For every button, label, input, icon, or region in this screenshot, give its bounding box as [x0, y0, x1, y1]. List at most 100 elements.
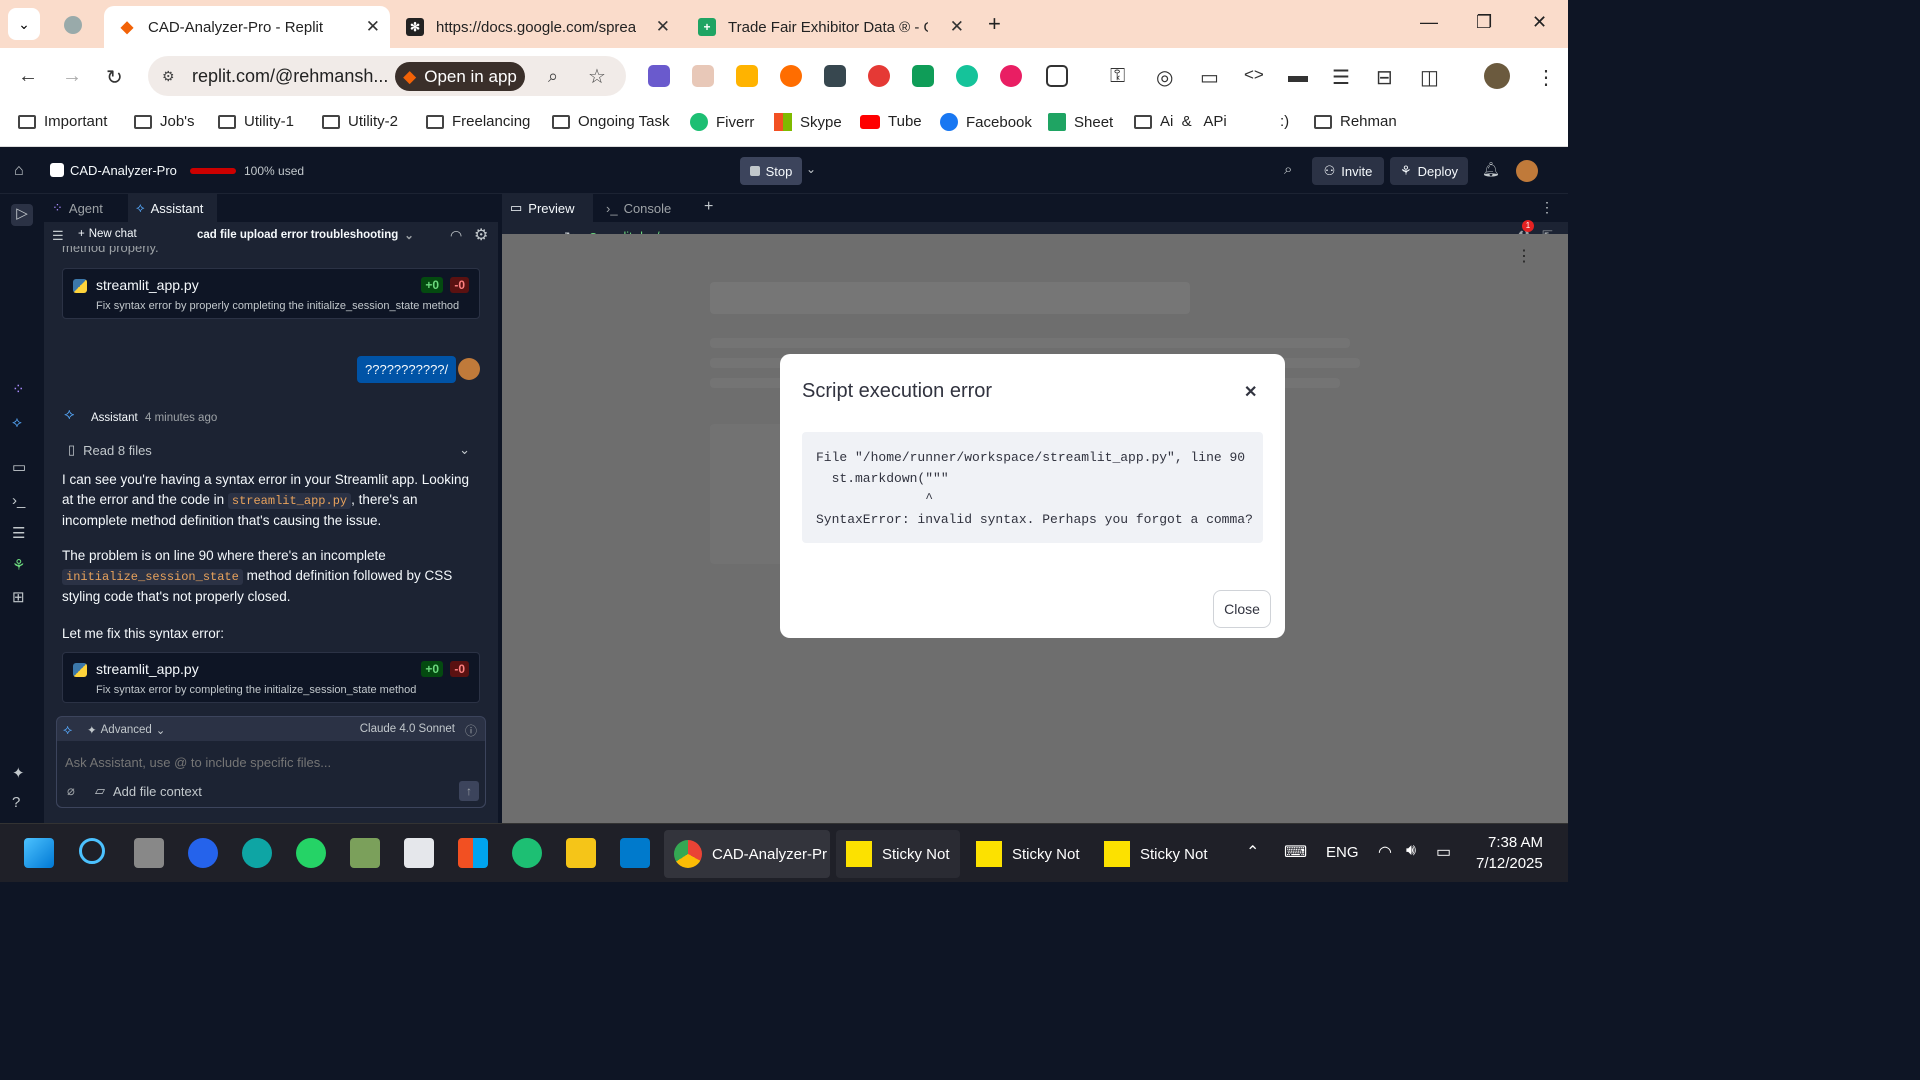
- bookmark-tube[interactable]: Tube: [860, 113, 922, 130]
- tab-google-docs[interactable]: ✻ https://docs.google.com/spreac ✕: [392, 6, 680, 48]
- menu-kebab-icon[interactable]: ⋮: [1540, 199, 1554, 216]
- card-icon[interactable]: ▬: [1288, 65, 1308, 88]
- battery-icon[interactable]: ▭: [1436, 842, 1451, 862]
- screenshot-icon[interactable]: ◎: [1156, 65, 1173, 90]
- close-icon[interactable]: ✕: [1244, 382, 1257, 402]
- home-icon[interactable]: ⌂: [14, 162, 24, 180]
- deployments-icon[interactable]: ⚘: [12, 556, 25, 574]
- zoom-icon[interactable]: ⌕: [548, 66, 558, 87]
- extension-icon[interactable]: [824, 65, 846, 87]
- minimize-icon[interactable]: —: [1420, 12, 1438, 33]
- close-tab-icon[interactable]: ✕: [950, 17, 964, 37]
- preview-overlay[interactable]: ⋮ Script execution error ✕ File "/home/r…: [502, 234, 1568, 823]
- chevron-up-icon[interactable]: ⌃: [1246, 842, 1259, 862]
- model-name[interactable]: Claude 4.0 Sonnet: [360, 723, 455, 735]
- menu-kebab-icon[interactable]: ⋮: [1536, 65, 1556, 90]
- bookmark-sheet[interactable]: Sheet: [1048, 113, 1113, 131]
- tab-sheets[interactable]: + Trade Fair Exhibitor Data ® - Gc ✕: [684, 6, 974, 48]
- tab-preview[interactable]: ▭ Preview: [502, 194, 593, 222]
- forward-icon[interactable]: →: [62, 65, 82, 88]
- add-file-context-button[interactable]: ▱ Add file context: [95, 783, 202, 799]
- tab-replit[interactable]: ◆ CAD-Analyzer-Pro - Replit ✕: [104, 6, 390, 48]
- chat-title-dropdown[interactable]: cad file upload error troubleshooting ⌄: [197, 228, 414, 242]
- store-icon[interactable]: [458, 838, 488, 868]
- clock-date[interactable]: 7/12/2025: [1476, 855, 1543, 872]
- fiverr-icon[interactable]: [512, 838, 542, 868]
- bookmark-jobs[interactable]: Job's: [134, 113, 195, 130]
- bookmark-rehman[interactable]: Rehman: [1314, 113, 1397, 130]
- reading-list-icon[interactable]: ☰: [1332, 65, 1350, 90]
- globe-icon[interactable]: [64, 16, 82, 34]
- file-explorer-icon[interactable]: [566, 838, 596, 868]
- send-icon[interactable]: ↑: [459, 781, 479, 801]
- app-icon[interactable]: [188, 838, 218, 868]
- bookmark-skype[interactable]: Skype: [774, 113, 842, 131]
- menu-kebab-icon[interactable]: ⋮: [1516, 246, 1532, 266]
- project-name[interactable]: CAD-Analyzer-Pro: [70, 163, 177, 178]
- attach-icon[interactable]: ⌀: [67, 783, 75, 799]
- extension-icon[interactable]: [736, 65, 758, 87]
- extension-icon[interactable]: [648, 65, 670, 87]
- bookmark-freelancing[interactable]: Freelancing: [426, 113, 530, 130]
- extension-icon[interactable]: [956, 65, 978, 87]
- extension-icon[interactable]: [868, 65, 890, 87]
- info-icon[interactable]: ⓘ: [465, 722, 477, 739]
- open-in-app-button[interactable]: ◆ Open in app: [395, 62, 525, 91]
- bookmark-ongoing-task[interactable]: Ongoing Task: [552, 113, 669, 130]
- close-button[interactable]: Close: [1213, 590, 1271, 628]
- keyboard-icon[interactable]: ⌨: [1284, 842, 1307, 862]
- search-icon[interactable]: [79, 838, 105, 864]
- app-icon[interactable]: [350, 838, 380, 868]
- taskbar-app-sticky[interactable]: Sticky Not: [836, 830, 960, 878]
- chat-history-icon[interactable]: ☰: [52, 228, 64, 244]
- extension-icon[interactable]: [692, 65, 714, 87]
- advanced-dropdown[interactable]: ✦ Advanced ⌄: [87, 723, 165, 737]
- gear-icon[interactable]: ⚙: [474, 225, 488, 245]
- whatsapp-icon[interactable]: [296, 838, 326, 868]
- vscode-icon[interactable]: [620, 838, 650, 868]
- chevron-down-icon[interactable]: ⌄: [806, 162, 816, 176]
- extensions-puzzle-icon[interactable]: [1046, 65, 1068, 87]
- chat-scroll-area[interactable]: method properly. streamlit_app.py +0 -0 …: [44, 246, 498, 716]
- taskbar-app-sticky[interactable]: Sticky Not: [1094, 830, 1218, 878]
- reader-mode-icon[interactable]: ⊟: [1376, 65, 1393, 90]
- add-tab-icon[interactable]: +: [704, 198, 713, 216]
- back-icon[interactable]: ←: [18, 65, 38, 88]
- all-tools-icon[interactable]: ⊞: [12, 588, 25, 606]
- search-icon[interactable]: ⌕: [1284, 161, 1292, 178]
- taskbar-app-sticky[interactable]: Sticky Not: [966, 830, 1090, 878]
- tab-assistant[interactable]: ⟡ Assistant: [128, 194, 218, 222]
- task-view-icon[interactable]: [134, 838, 164, 868]
- extension-icon[interactable]: [1000, 65, 1022, 87]
- side-panel-icon[interactable]: ◫: [1420, 65, 1439, 90]
- edge-icon[interactable]: [242, 838, 272, 868]
- file-change-card[interactable]: streamlit_app.py +0 -0 Fix syntax error …: [62, 268, 480, 319]
- sparkle-icon[interactable]: ✦: [12, 764, 25, 782]
- deploy-button[interactable]: ⚘ Deploy: [1390, 157, 1468, 185]
- bookmark-utility-2[interactable]: Utility-2: [322, 113, 398, 130]
- bookmark-ai-api[interactable]: Ai & APi: [1134, 113, 1227, 130]
- help-icon[interactable]: ?: [12, 794, 20, 811]
- taskbar-app-chrome[interactable]: CAD-Analyzer-Pr: [664, 830, 830, 878]
- code-icon[interactable]: <>: [1244, 65, 1264, 85]
- restore-icon[interactable]: ❐: [1476, 12, 1492, 33]
- agent-icon[interactable]: ⁘: [12, 380, 25, 398]
- site-info-icon[interactable]: ⚙: [162, 68, 175, 85]
- preview-icon[interactable]: ▭: [12, 458, 26, 476]
- tab-search-button[interactable]: ⌄: [8, 8, 40, 40]
- bookmark-fiverr[interactable]: Fiverr: [690, 113, 754, 131]
- database-icon[interactable]: ☰: [12, 524, 25, 542]
- extension-icon[interactable]: [780, 65, 802, 87]
- avatar[interactable]: [1516, 160, 1538, 182]
- volume-icon[interactable]: 🔊︎: [1406, 842, 1416, 860]
- bell-icon[interactable]: 🔔︎: [1482, 161, 1500, 178]
- devices-icon[interactable]: ▭: [1200, 65, 1219, 90]
- password-key-icon[interactable]: ⚿: [1110, 65, 1125, 88]
- new-tab-icon[interactable]: +: [988, 11, 1001, 37]
- bookmark-facebook[interactable]: Facebook: [940, 113, 1032, 131]
- wifi-icon[interactable]: ◠: [1378, 842, 1392, 862]
- bookmark-utility-1[interactable]: Utility-1: [218, 113, 294, 130]
- files-panel-icon[interactable]: ▷: [11, 204, 33, 226]
- bookmark-smile[interactable]: :): [1280, 113, 1289, 130]
- reload-icon[interactable]: ↻: [106, 65, 123, 90]
